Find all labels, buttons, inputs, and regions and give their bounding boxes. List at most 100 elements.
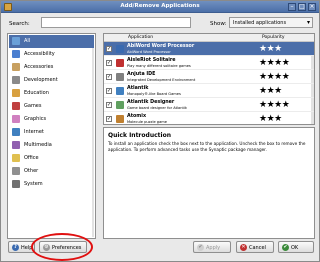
application-icon	[116, 115, 124, 123]
application-name: Anjuta IDE	[127, 72, 156, 77]
category-icon	[12, 180, 20, 188]
add-remove-applications-window: Add/Remove Applications – □ × Search: Sh…	[0, 0, 320, 262]
category-label: Internet	[24, 129, 44, 135]
category-icon	[12, 167, 20, 175]
search-label: Search:	[9, 21, 30, 27]
category-item[interactable]: All	[9, 35, 94, 48]
category-icon	[12, 50, 20, 58]
popularity-stars: ★★★	[259, 114, 282, 124]
category-icon	[12, 76, 20, 84]
apply-icon: ✔	[197, 244, 204, 251]
ok-icon: ✔	[282, 244, 289, 251]
install-checkbox[interactable]: ✓	[106, 102, 112, 108]
application-name: AisleRiot Solitaire	[127, 58, 176, 63]
description-panel: Quick Introduction To install an applica…	[103, 127, 315, 239]
category-item[interactable]: System	[9, 178, 94, 191]
install-checkbox[interactable]: ✓	[106, 88, 112, 94]
cancel-button[interactable]: ✕ Cancel	[236, 241, 274, 253]
category-label: All	[24, 38, 31, 44]
search-input[interactable]	[41, 17, 191, 28]
application-icon	[116, 73, 124, 81]
close-button[interactable]: ×	[308, 3, 316, 11]
ok-button[interactable]: ✔ OK	[278, 241, 314, 253]
application-description: Play many different solitaire games	[127, 64, 191, 68]
application-name: AbiWord Word Processor	[127, 44, 195, 49]
category-icon	[12, 128, 20, 136]
application-description: AbiWord Word Processor	[127, 50, 171, 54]
annotation-circle	[31, 233, 93, 261]
application-name: Atlantik	[127, 86, 149, 91]
category-item[interactable]: Multimedia	[9, 139, 94, 152]
table-row[interactable]: ✓ AbiWord Word Processor AbiWord Word Proc…	[104, 42, 314, 56]
show-select[interactable]: Installed applications ▾	[229, 17, 313, 28]
title-bar: Add/Remove Applications – □ ×	[1, 1, 319, 13]
category-label: Office	[24, 155, 39, 161]
application-description: Molecule puzzle game	[127, 120, 167, 124]
show-select-value: Installed applications	[233, 20, 287, 26]
application-table: Application Popularity ✓ AbiWord Word Pro…	[103, 33, 315, 125]
table-row[interactable]: ✓ Anjuta IDE Integrated Development Enviro…	[104, 70, 314, 84]
category-item[interactable]: Development	[9, 74, 94, 87]
category-label: Games	[24, 103, 42, 109]
category-item[interactable]: Graphics	[9, 113, 94, 126]
category-label: Multimedia	[24, 142, 52, 148]
category-item[interactable]: Education	[9, 87, 94, 100]
category-item[interactable]: Internet	[9, 126, 94, 139]
application-description: Integrated Development Environment	[127, 78, 196, 82]
chevron-down-icon: ▾	[306, 19, 310, 26]
category-icon	[12, 89, 20, 97]
category-label: Other	[24, 168, 39, 174]
category-label: Accessories	[24, 64, 54, 70]
table-row[interactable]: ✓ Atlantik Monopoly®-like Board Games ★★★	[104, 84, 314, 98]
popularity-stars: ★★★★	[259, 72, 290, 82]
application-icon	[116, 87, 124, 95]
popularity-stars: ★★★	[259, 44, 282, 54]
description-title: Quick Introduction	[108, 132, 171, 139]
application-description: Monopoly®-like Board Games	[127, 92, 181, 96]
category-list: All Accessibility Accessories Development Ed…	[7, 33, 96, 239]
description-body: To install an application check the box …	[108, 141, 306, 152]
category-item[interactable]: Office	[9, 152, 94, 165]
install-checkbox[interactable]: ✓	[106, 46, 112, 52]
table-row[interactable]: ✓ Atomix Molecule puzzle game ★★★	[104, 112, 314, 124]
category-icon	[12, 63, 20, 71]
install-checkbox[interactable]: ✓	[106, 60, 112, 66]
category-label: Accessibility	[24, 51, 55, 57]
help-icon: ?	[12, 244, 19, 251]
category-icon	[12, 141, 20, 149]
category-label: Graphics	[24, 116, 47, 122]
category-icon	[12, 115, 20, 123]
table-row[interactable]: ✓ AisleRiot Solitaire Play many different …	[104, 56, 314, 70]
category-label: Education	[24, 90, 49, 96]
install-checkbox[interactable]: ✓	[106, 74, 112, 80]
window-title: Add/Remove Applications	[120, 3, 200, 9]
category-label: System	[24, 181, 43, 187]
application-description: Game board designer for Atlantik	[127, 106, 187, 110]
minimize-button[interactable]: –	[288, 3, 296, 11]
category-icon	[12, 102, 20, 110]
category-icon	[12, 154, 20, 162]
category-item[interactable]: Accessories	[9, 61, 94, 74]
column-header-application[interactable]: Application	[128, 35, 153, 40]
application-icon	[116, 45, 124, 53]
maximize-button[interactable]: □	[298, 3, 306, 11]
category-icon	[12, 37, 20, 45]
table-header: Application Popularity	[104, 34, 314, 42]
apply-button[interactable]: ✔ Apply	[193, 241, 231, 253]
table-row[interactable]: ✓ Atlantik Designer Game board designer fo…	[104, 98, 314, 112]
category-item[interactable]: Accessibility	[9, 48, 94, 61]
popularity-stars: ★★★★	[259, 100, 290, 110]
application-name: Atlantik Designer	[127, 100, 175, 105]
cancel-icon: ✕	[240, 244, 247, 251]
application-icon	[116, 101, 124, 109]
column-header-popularity[interactable]: Popularity	[262, 35, 285, 40]
category-item[interactable]: Games	[9, 100, 94, 113]
show-label: Show:	[210, 21, 227, 27]
install-checkbox[interactable]: ✓	[106, 116, 112, 122]
category-item[interactable]: Other	[9, 165, 94, 178]
application-name: Atomix	[127, 114, 147, 119]
popularity-stars: ★★★	[259, 86, 282, 96]
category-label: Development	[24, 77, 58, 83]
popularity-stars: ★★★★	[259, 58, 290, 68]
application-icon	[116, 59, 124, 67]
